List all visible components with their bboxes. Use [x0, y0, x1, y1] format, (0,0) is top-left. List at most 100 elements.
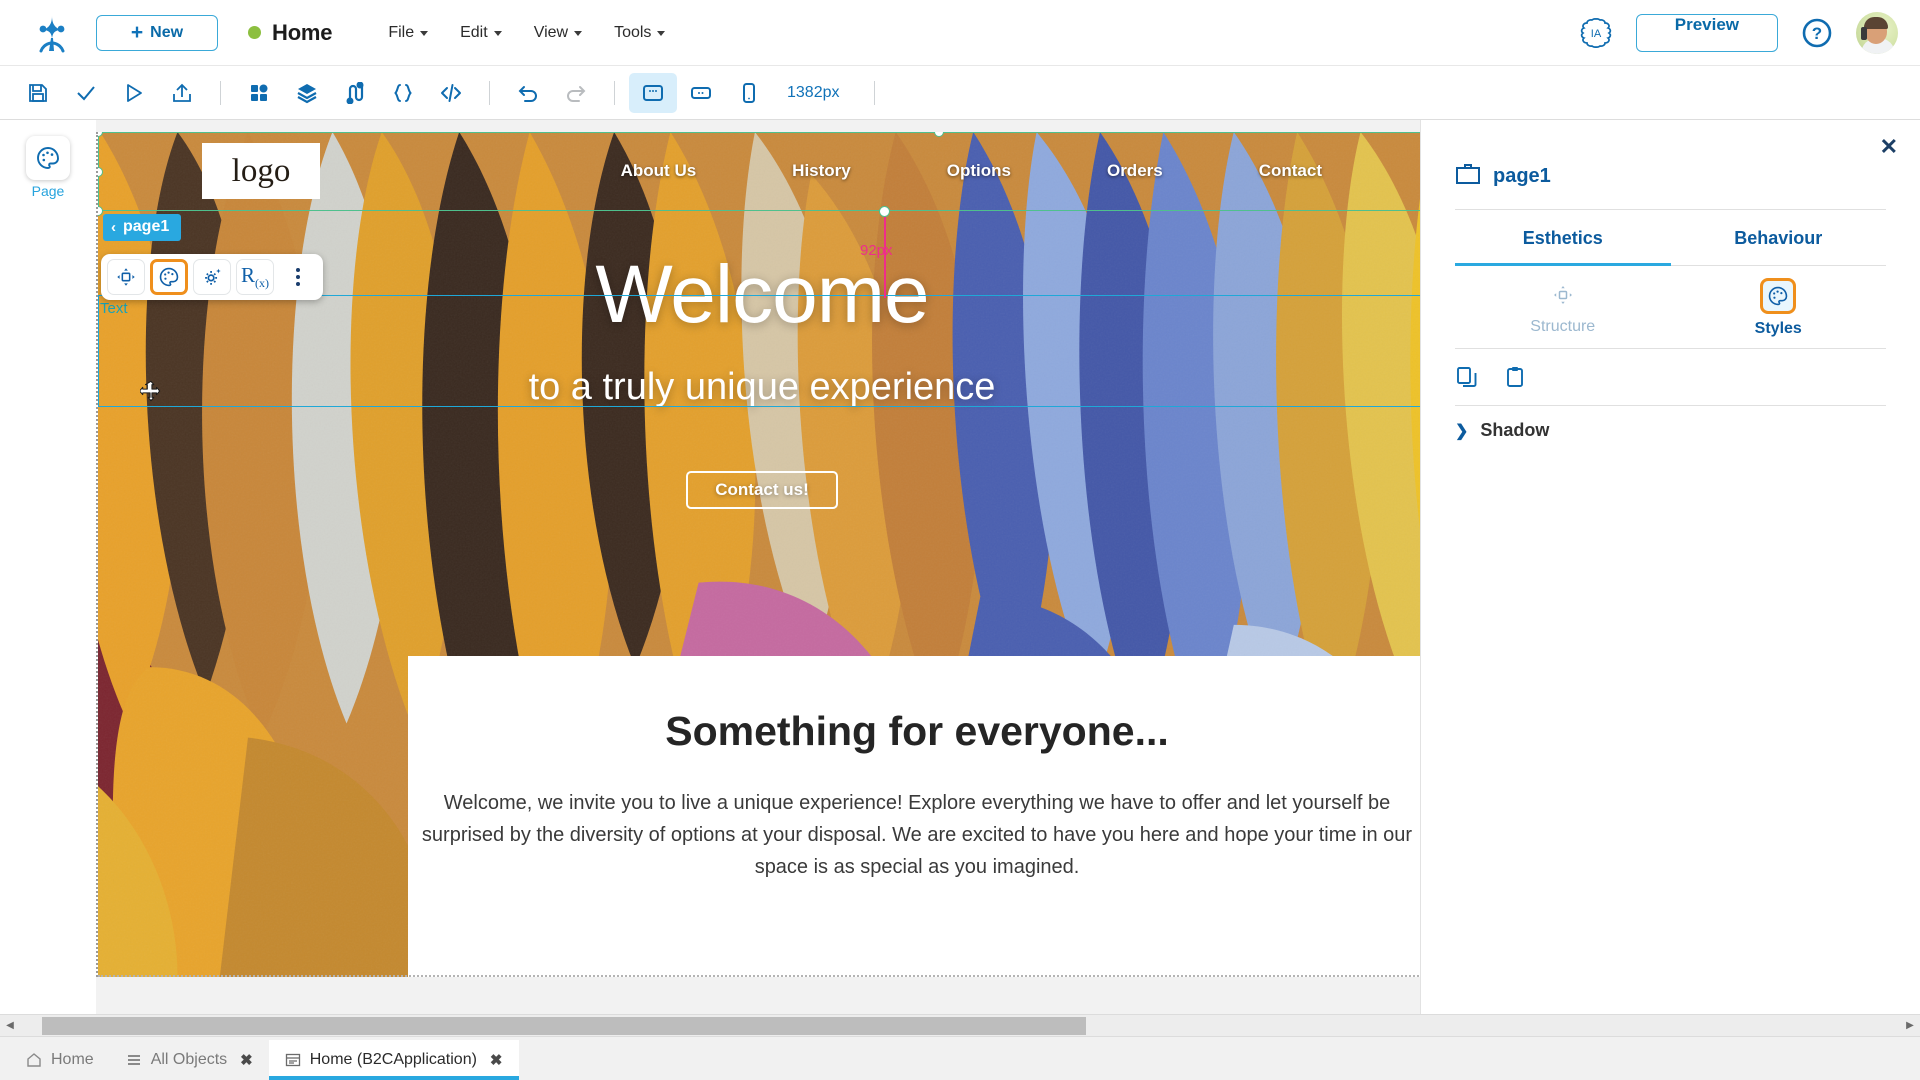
copy-style-icon[interactable]: [1455, 365, 1481, 391]
scrollbar-track[interactable]: [20, 1015, 1900, 1036]
panel-object-name: page1: [1493, 165, 1551, 187]
nav-link-history[interactable]: History: [792, 161, 851, 181]
structure-icon[interactable]: [107, 259, 145, 295]
tab-close-icon[interactable]: ✖: [240, 1051, 253, 1069]
subtab-structure[interactable]: Structure: [1455, 278, 1671, 338]
menu-file[interactable]: File: [372, 18, 444, 48]
settings-sparkle-icon[interactable]: [193, 259, 231, 295]
site-nav: About Us History Options Orders Contact: [621, 161, 1322, 181]
more-vertical-icon[interactable]: [279, 259, 317, 295]
structure-icon: [1543, 278, 1583, 312]
save-icon[interactable]: [14, 73, 62, 113]
undo-icon[interactable]: [504, 73, 552, 113]
formula-rx-label: R(x): [240, 262, 269, 291]
top-bar-right: IA Preview ?: [1578, 11, 1898, 54]
menu-edit-label: Edit: [460, 23, 488, 41]
section-shadow[interactable]: ❯ Shadow: [1455, 406, 1886, 455]
canvas-bottom-boundary: [98, 975, 1420, 977]
user-avatar[interactable]: [1856, 11, 1898, 54]
layers-icon[interactable]: [283, 73, 331, 113]
hero-contact-button[interactable]: Contact us!: [686, 471, 838, 510]
app-logo-icon[interactable]: [30, 11, 74, 55]
new-button[interactable]: + New: [96, 14, 218, 51]
nav-link-contact[interactable]: Contact: [1259, 161, 1322, 181]
ia-assistant-icon[interactable]: IA: [1578, 15, 1614, 51]
panel-style-actions: [1455, 349, 1886, 405]
chevron-down-icon: [493, 31, 502, 36]
toolbar-divider: [614, 80, 615, 105]
tab-all-objects[interactable]: All Objects ✖: [110, 1040, 269, 1080]
toolbar-divider: [220, 80, 221, 105]
validate-check-icon[interactable]: [62, 73, 110, 113]
rail-item-page[interactable]: Page: [26, 136, 70, 199]
horizontal-scrollbar[interactable]: ◀ ▶: [0, 1014, 1920, 1036]
site-logo[interactable]: logo: [202, 143, 320, 199]
menu-view[interactable]: View: [518, 18, 598, 48]
code-icon[interactable]: [427, 73, 475, 113]
palette-icon: [1760, 278, 1797, 314]
palette-icon[interactable]: [150, 259, 188, 295]
dimension-handle[interactable]: [879, 206, 890, 217]
hero-subtitle: to a truly unique experience: [528, 366, 996, 409]
tab-all-objects-label: All Objects: [150, 1051, 228, 1068]
tablet-icon[interactable]: [677, 73, 725, 113]
paste-style-icon[interactable]: [1503, 365, 1529, 391]
tab-close-icon[interactable]: ✖: [490, 1051, 503, 1069]
publish-export-icon[interactable]: [158, 73, 206, 113]
formula-rx-icon[interactable]: R(x): [236, 259, 274, 295]
top-bar: + New Home File Edit View Tools IA Previ…: [0, 0, 1920, 66]
panel-subtabs: Structure Styles: [1455, 266, 1886, 348]
scroll-left-arrow-icon[interactable]: ◀: [0, 1020, 20, 1031]
run-play-icon[interactable]: [110, 73, 158, 113]
panel-header: page1: [1455, 120, 1886, 209]
nav-link-about-us[interactable]: About Us: [621, 161, 697, 181]
chevron-left-icon: ‹: [111, 218, 116, 236]
subtab-styles[interactable]: Styles: [1671, 278, 1887, 338]
section-shadow-label: Shadow: [1480, 420, 1550, 440]
canvas-viewport[interactable]: logo About Us History Options Orders Con…: [96, 120, 1420, 1014]
dimension-label: 92px: [860, 242, 893, 259]
chevron-right-icon: ❯: [1455, 422, 1469, 440]
page-canvas[interactable]: logo About Us History Options Orders Con…: [96, 132, 1420, 977]
toolbar-divider: [489, 80, 490, 105]
help-icon[interactable]: ?: [1800, 16, 1834, 50]
redo-icon[interactable]: [552, 73, 600, 113]
content-section: Something for everyone... Welcome, we in…: [408, 656, 1420, 977]
menu-file-label: File: [388, 23, 415, 41]
tab-home-label: Home: [51, 1051, 94, 1068]
mobile-icon[interactable]: [725, 73, 773, 113]
page-object-icon: [1455, 162, 1481, 191]
selected-element-tag: Text: [100, 300, 128, 317]
scrollbar-thumb[interactable]: [42, 1017, 1086, 1035]
breadcrumb[interactable]: ‹ page1: [103, 214, 182, 241]
menu-edit[interactable]: Edit: [444, 18, 518, 48]
viewport-size-label[interactable]: 1382px: [773, 84, 860, 102]
content-section-title: Something for everyone...: [665, 708, 1169, 754]
nav-link-options[interactable]: Options: [947, 161, 1011, 181]
preview-button[interactable]: Preview: [1635, 13, 1778, 52]
svg-text:?: ?: [1812, 24, 1822, 43]
tab-esthetics[interactable]: Esthetics: [1455, 210, 1671, 266]
plus-icon: +: [130, 21, 144, 44]
flow-icon[interactable]: [331, 73, 379, 113]
close-icon[interactable]: ✕: [1880, 136, 1898, 158]
menu-tools[interactable]: Tools: [598, 18, 681, 48]
status-dot-icon: [248, 26, 261, 39]
tab-home[interactable]: Home: [10, 1040, 110, 1080]
menu-bar: File Edit View Tools: [372, 18, 681, 48]
desktop-icon[interactable]: [629, 72, 677, 113]
chevron-down-icon: [574, 31, 583, 36]
braces-icon[interactable]: [379, 73, 427, 113]
nav-link-orders[interactable]: Orders: [1107, 161, 1163, 181]
tab-behaviour[interactable]: Behaviour: [1671, 210, 1887, 266]
editor-toolbar: 1382px: [0, 66, 1920, 120]
widgets-grid-icon[interactable]: [235, 73, 283, 113]
scroll-right-arrow-icon[interactable]: ▶: [1900, 1020, 1920, 1031]
tab-home-b2capplication[interactable]: Home (B2CApplication) ✖: [268, 1040, 519, 1080]
page-status: Home: [248, 20, 333, 46]
panel-tabs: Esthetics Behaviour: [1455, 210, 1886, 266]
avatar-phone: [1861, 26, 1867, 40]
content-section-body: Welcome, we invite you to live a unique …: [421, 792, 1413, 878]
list-icon: [126, 1052, 142, 1068]
home-icon: [26, 1052, 42, 1068]
